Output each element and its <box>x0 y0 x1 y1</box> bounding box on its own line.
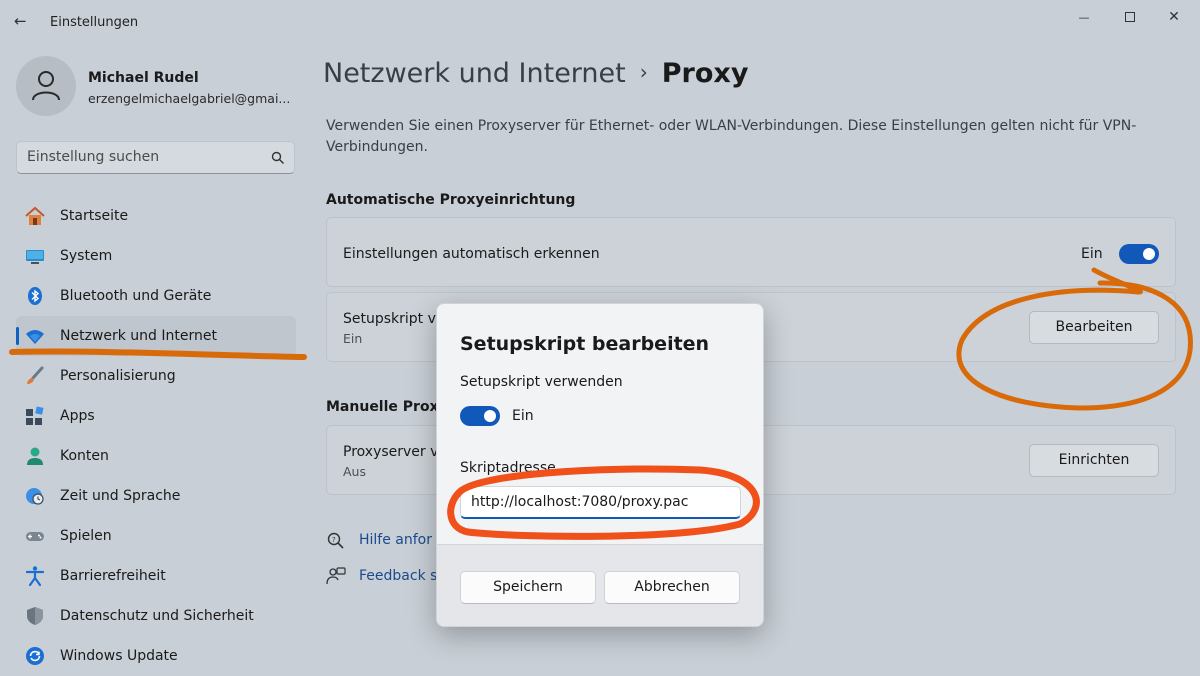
active-indicator <box>16 327 19 345</box>
close-button[interactable]: ✕ <box>1154 6 1194 28</box>
person-icon <box>27 447 43 465</box>
auto-detect-label: Einstellungen automatisch erkennen <box>343 246 600 262</box>
sidebar-item-label: Windows Update <box>60 648 178 664</box>
brush-icon <box>27 366 44 384</box>
accessibility-icon <box>25 566 45 587</box>
sidebar-item-label: Barrierefreiheit <box>60 568 166 584</box>
user-email: erzengelmichaelgabriel@gmai... <box>88 91 291 106</box>
breadcrumb: Netzwerk und Internet › Proxy <box>323 58 748 89</box>
sidebar-item-accounts[interactable]: Konten <box>16 436 296 476</box>
dialog-footer: Speichern Abbrechen <box>437 544 763 626</box>
svg-text:?: ? <box>332 536 336 544</box>
globe-clock-icon <box>26 488 44 505</box>
toggle-knob <box>484 410 496 422</box>
app-title: Einstellungen <box>50 15 139 30</box>
sidebar-item-accessibility[interactable]: Barrierefreiheit <box>16 556 296 596</box>
sidebar-item-apps[interactable]: Apps <box>16 396 296 436</box>
toggle-knob <box>1143 248 1155 260</box>
user-name: Michael Rudel <box>88 70 199 86</box>
sidebar-item-network[interactable]: Netzwerk und Internet <box>16 316 296 356</box>
sidebar-item-label: System <box>60 248 113 264</box>
page-description: Verwenden Sie einen Proxyserver für Ethe… <box>326 118 1137 155</box>
back-button[interactable]: ← <box>14 12 36 34</box>
arrow-left-icon: ← <box>14 12 27 30</box>
auto-proxy-section-title: Automatische Proxyeinrichtung <box>326 192 576 208</box>
sidebar-item-bluetooth[interactable]: Bluetooth und Geräte <box>16 276 296 316</box>
minimize-icon: — <box>1078 11 1090 24</box>
auto-detect-toggle[interactable] <box>1119 244 1159 264</box>
shield-icon <box>27 607 43 625</box>
title-bar: ← Einstellungen — ✕ <box>0 0 1200 46</box>
help-search-icon: ? <box>327 532 344 549</box>
page-title: Proxy <box>661 58 749 89</box>
sidebar-item-windows-update[interactable]: Windows Update <box>16 636 296 676</box>
save-button[interactable]: Speichern <box>460 571 596 604</box>
feedback-icon <box>326 567 346 585</box>
sidebar-item-personalization[interactable]: Personalisierung <box>16 356 296 396</box>
update-icon <box>26 647 44 665</box>
setup-button[interactable]: Einrichten <box>1029 444 1159 477</box>
sidebar-item-system[interactable]: System <box>16 236 296 276</box>
home-icon <box>25 206 45 225</box>
edit-button[interactable]: Bearbeiten <box>1029 311 1159 344</box>
sidebar-item-home[interactable]: Startseite <box>16 196 296 236</box>
auto-detect-state: Ein <box>1081 246 1103 262</box>
manual-proxy-section-title: Manuelle Proxy <box>326 399 448 415</box>
apps-icon <box>26 406 44 425</box>
feedback-link-text[interactable]: Feedback s <box>359 568 437 584</box>
proxy-server-label: Proxyserver v <box>343 444 439 460</box>
sidebar-item-label: Bluetooth und Geräte <box>60 288 212 304</box>
cancel-button[interactable]: Abbrechen <box>604 571 740 604</box>
user-icon <box>32 71 60 101</box>
sidebar-item-label: Netzwerk und Internet <box>60 328 217 344</box>
bluetooth-icon <box>28 287 42 305</box>
sidebar-item-label: Personalisierung <box>60 368 176 384</box>
proxy-server-status: Aus <box>343 464 366 479</box>
use-script-state: Ein <box>512 408 534 424</box>
sidebar-item-privacy[interactable]: Datenschutz und Sicherheit <box>16 596 296 636</box>
sidebar-item-label: Datenschutz und Sicherheit <box>60 608 254 624</box>
maximize-button[interactable] <box>1110 6 1150 28</box>
use-script-toggle[interactable] <box>460 406 500 426</box>
sidebar-item-label: Konten <box>60 448 109 464</box>
use-script-label: Setupskript verwenden <box>460 374 623 390</box>
sidebar-item-label: Startseite <box>60 208 129 224</box>
wifi-icon <box>26 330 44 344</box>
breadcrumb-parent[interactable]: Netzwerk und Internet <box>323 58 626 89</box>
auto-detect-card: Einstellungen automatisch erkennen Ein <box>326 217 1176 287</box>
sidebar-item-label: Spielen <box>60 528 112 544</box>
search-box[interactable] <box>16 141 295 174</box>
script-address-label: Skriptadresse <box>460 460 556 476</box>
script-address-input[interactable] <box>460 486 741 519</box>
search-input[interactable] <box>27 149 257 165</box>
edit-setup-script-dialog: Setupskript bearbeiten Setupskript verwe… <box>436 303 764 627</box>
gamepad-icon <box>26 532 44 541</box>
help-link-text[interactable]: Hilfe anfor <box>359 532 432 548</box>
monitor-icon <box>26 250 44 264</box>
sidebar-item-time-language[interactable]: Zeit und Sprache <box>16 476 296 516</box>
maximize-icon <box>1125 12 1135 22</box>
search-icon[interactable] <box>271 151 285 165</box>
setup-script-status: Ein <box>343 331 363 346</box>
minimize-button[interactable]: — <box>1064 6 1104 28</box>
sidebar-item-gaming[interactable]: Spielen <box>16 516 296 556</box>
chevron-right-icon: › <box>639 60 648 84</box>
avatar[interactable] <box>16 56 76 116</box>
sidebar-item-label: Apps <box>60 408 95 424</box>
sidebar-item-label: Zeit und Sprache <box>60 488 181 504</box>
close-icon: ✕ <box>1168 9 1180 25</box>
setup-script-label: Setupskript v <box>343 311 436 327</box>
dialog-title: Setupskript bearbeiten <box>460 333 710 355</box>
sidebar-nav: Startseite System Bluetooth und Geräte N… <box>16 196 296 676</box>
